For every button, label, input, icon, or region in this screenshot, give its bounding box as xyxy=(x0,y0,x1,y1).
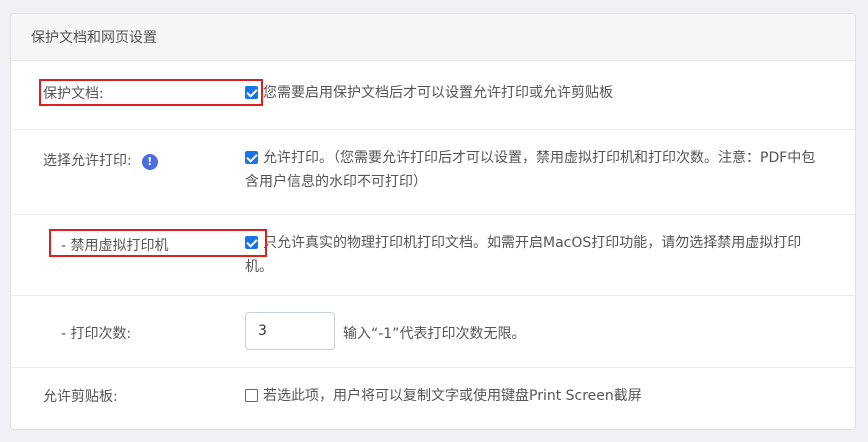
allow-clipboard-text: 若选此项，用户将可以复制文字或使用键盘Print Screen截屏 xyxy=(263,388,642,404)
print-count-input[interactable] xyxy=(245,312,335,350)
panel-title: 保护文档和网页设置 xyxy=(11,14,855,61)
allow-print-text: 允许打印。（您需要允许打印后才可以设置，禁用虚拟打印机和打印次数。注意：PDF中… xyxy=(245,150,816,190)
settings-panel: 保护文档和网页设置 保护文档: 您需要启用保护文档后才可以设置允许打印或允许剪贴… xyxy=(10,13,856,430)
print-count-hint: 输入“-1”代表打印次数无限。 xyxy=(343,326,526,342)
protect-doc-content: 您需要启用保护文档后才可以设置允许打印或允许剪贴板 xyxy=(245,81,825,105)
highlight-box-virtual-printer xyxy=(49,229,267,257)
row-allow-clipboard: 允许剪贴板: 若选此项，用户将可以复制文字或使用键盘Print Screen截屏 xyxy=(11,368,855,426)
protect-doc-text: 您需要启用保护文档后才可以设置允许打印或允许剪贴板 xyxy=(263,85,613,101)
row-protect-doc: 保护文档: 您需要启用保护文档后才可以设置允许打印或允许剪贴板 xyxy=(11,61,855,130)
row-allow-print: 选择允许打印:! 允许打印。（您需要允许打印后才可以设置，禁用虚拟打印机和打印次… xyxy=(11,130,855,215)
allow-print-label-text: 选择允许打印: xyxy=(43,153,132,169)
allow-clipboard-checkbox[interactable] xyxy=(245,389,258,402)
allow-clipboard-content: 若选此项，用户将可以复制文字或使用键盘Print Screen截屏 xyxy=(245,384,825,408)
allow-print-checkbox[interactable] xyxy=(245,151,258,164)
row-print-count: - 打印次数: 输入“-1”代表打印次数无限。 xyxy=(11,296,855,368)
allow-print-label: 选择允许打印:! xyxy=(43,150,158,170)
row-disable-virtual-printer: - 禁用虚拟打印机 只允许真实的物理打印机打印文档。如需开启MacOS打印功能，… xyxy=(11,215,855,296)
disable-virtual-printer-text: 只允许真实的物理打印机打印文档。如需开启MacOS打印功能，请勿选择禁用虚拟打印… xyxy=(245,235,802,275)
print-count-label: - 打印次数: xyxy=(61,326,132,342)
highlight-box-protect-doc xyxy=(39,79,263,106)
allow-print-content: 允许打印。（您需要允许打印后才可以设置，禁用虚拟打印机和打印次数。注意：PDF中… xyxy=(245,146,825,194)
info-icon[interactable]: ! xyxy=(141,154,158,170)
allow-clipboard-label: 允许剪贴板: xyxy=(43,389,118,405)
disable-virtual-printer-content: 只允许真实的物理打印机打印文档。如需开启MacOS打印功能，请勿选择禁用虚拟打印… xyxy=(245,231,825,279)
